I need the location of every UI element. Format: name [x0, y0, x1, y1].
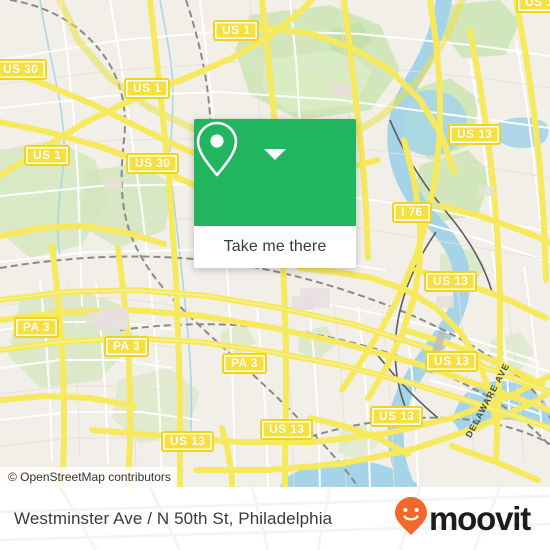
highway-shield-clipped: US 13	[516, 0, 550, 13]
highway-shield: US 1	[213, 20, 260, 41]
highway-shield: US 30	[0, 59, 48, 80]
moovit-wordmark: moovit	[429, 500, 531, 537]
footer-bar: Westminster Ave / N 50th St, Philadelphi…	[0, 487, 550, 550]
highway-shield: US 13	[425, 351, 479, 372]
highway-shield: PA 3	[104, 336, 149, 357]
highway-shield: US 13	[161, 431, 215, 452]
highway-shield: PA 3	[14, 317, 59, 338]
take-me-there-label: Take me there	[223, 238, 327, 255]
callout-tail	[264, 149, 286, 160]
place-name-label: Westminster Ave / N 50th St, Philadelphi…	[14, 508, 333, 528]
callout-image-area	[194, 119, 356, 226]
moovit-logo[interactable]: moovit	[394, 496, 531, 541]
moovit-smiling-pin-icon	[394, 496, 428, 541]
highway-shield: US 13	[370, 406, 424, 427]
map-canvas[interactable]: US 1 US 30 US 1 US 13 US 1 US 30 I 76 US…	[0, 0, 550, 487]
screenshot-root: US 1 US 30 US 1 US 13 US 1 US 30 I 76 US…	[0, 0, 550, 550]
highway-shield: US 13	[448, 124, 502, 145]
map-attribution[interactable]: © OpenStreetMap contributors	[0, 467, 177, 487]
highway-shield: I 76	[392, 202, 432, 223]
highway-shield: PA 3	[222, 353, 267, 374]
take-me-there-callout[interactable]: Take me there	[194, 119, 356, 268]
callout-action-area[interactable]: Take me there	[194, 226, 356, 268]
footer-content: Westminster Ave / N 50th St, Philadelphi…	[0, 487, 550, 550]
highway-shield: US 30	[126, 153, 180, 174]
highway-shield: US 13	[424, 271, 478, 292]
highway-shield: US 1	[124, 78, 171, 99]
highway-shield: US 1	[24, 145, 71, 166]
highway-shield: US 13	[260, 419, 314, 440]
